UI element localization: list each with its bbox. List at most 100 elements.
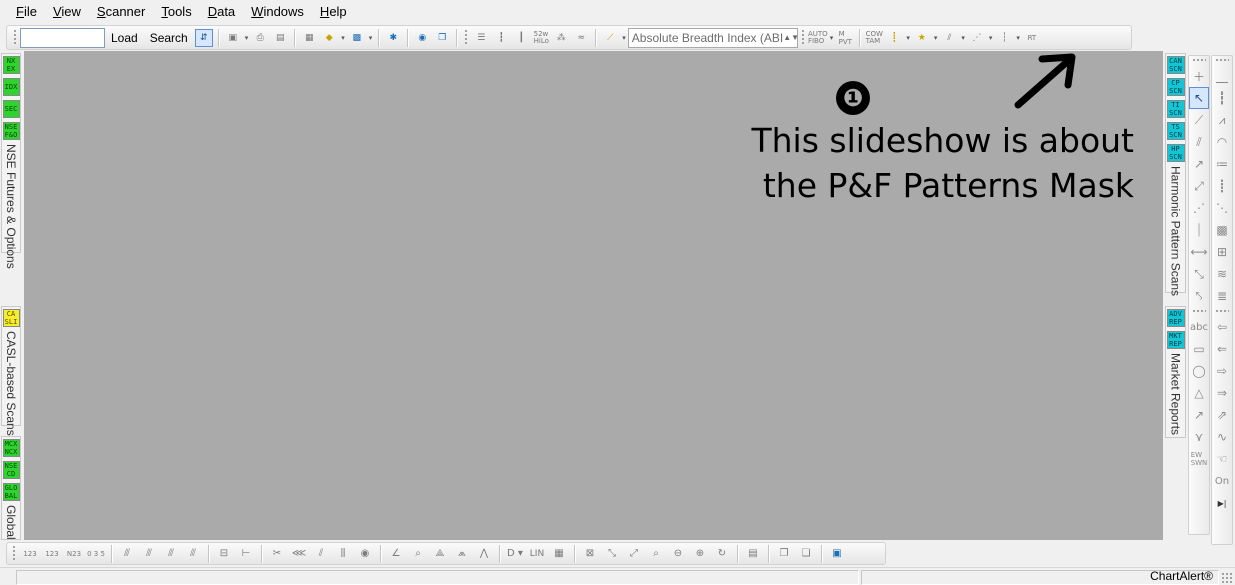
nse-cd-tab[interactable]: NSE CD (2, 461, 20, 479)
scroll-right-icon[interactable]: ▶| (1212, 492, 1232, 514)
toolbar-grip[interactable] (13, 29, 17, 46)
bars-icon[interactable]: ┇ (492, 29, 510, 47)
zig-zag-icon[interactable]: ⇵ (194, 28, 213, 47)
hilo-icon[interactable]: 52w HiLo (532, 29, 550, 47)
dw-icon[interactable]: ▦ (300, 29, 318, 47)
fib-fan-icon[interactable]: ⩘ (1212, 109, 1232, 131)
menu-data[interactable]: Data (200, 0, 243, 24)
tas-star-icon[interactable]: ★ (913, 29, 931, 47)
chart-area[interactable]: ❶ This slideshow is about the P&F Patter… (24, 51, 1163, 540)
fit-icon[interactable]: ⊠ (581, 545, 599, 563)
bar-tool-2-icon[interactable]: ⫻ (140, 545, 158, 563)
expand-icon[interactable]: ⤡ (603, 545, 621, 563)
nse-fo-tab[interactable]: NSE F&O (2, 122, 20, 140)
ew-swn-tool[interactable]: EW SWN (1189, 448, 1209, 470)
network-icon[interactable]: ✱ (384, 29, 402, 47)
volume-icon[interactable]: ┆ (995, 29, 1013, 47)
ellipse-tool-icon[interactable]: ◯ (1189, 360, 1209, 382)
nse-fo-label[interactable]: NSE Futures & Options (4, 144, 18, 269)
fib-ext-icon[interactable]: ≔ (1212, 153, 1232, 175)
channel-tool-icon[interactable]: ⫽ (1189, 131, 1209, 153)
fib-time-icon[interactable]: ┋ (1212, 175, 1232, 197)
print-preview-icon[interactable]: ▤ (271, 29, 289, 47)
triangle-tool-icon[interactable]: △ (1189, 382, 1209, 404)
save-icon[interactable]: ▣ (224, 29, 242, 47)
crosshair-tool-icon[interactable]: ＋ (1189, 65, 1209, 87)
wave-n23-icon[interactable]: N23 (65, 545, 83, 563)
gann-fan-icon[interactable]: ⋱ (1212, 197, 1232, 219)
indicator-select[interactable]: Absolute Breadth Index (ABI ▲▼ (627, 27, 798, 48)
casl-tab[interactable]: CA SLI (2, 309, 20, 327)
shrink-icon[interactable]: ⤢ (625, 545, 643, 563)
arrow-right2-icon[interactable]: ⇒ (1212, 382, 1232, 404)
menu-help[interactable]: Help (312, 0, 355, 24)
sec-tab[interactable]: SEC (2, 100, 20, 118)
ts-scn-tab[interactable]: TS SCN (1166, 122, 1185, 140)
list-icon[interactable]: ☰ (472, 29, 490, 47)
ti-scn-tab[interactable]: TI SCN (1166, 100, 1185, 118)
bar-tool-1-icon[interactable]: ⫻ (118, 545, 136, 563)
arrow-tool-icon[interactable]: ↗ (1189, 404, 1209, 426)
global-label[interactable]: Global Fu (4, 505, 18, 539)
slope-tool-icon[interactable]: ⫽ (312, 545, 330, 563)
wave-123-icon[interactable]: 123 (21, 545, 39, 563)
trendline-tool-icon[interactable]: ⟋ (1189, 109, 1209, 131)
globe-icon[interactable]: ◉ (413, 29, 431, 47)
pf-chart-icon[interactable]: ⁂ (552, 29, 570, 47)
hs-pattern-icon[interactable]: ⩕ (453, 545, 471, 563)
mkt-rep-tab[interactable]: MKT REP (1166, 331, 1185, 349)
menu-tools[interactable]: Tools (153, 0, 199, 24)
pitch-tool-icon[interactable]: ⋎ (1189, 426, 1209, 448)
swing-tool-icon[interactable]: ⋰ (1189, 197, 1209, 219)
notes-icon[interactable]: ▤ (744, 545, 762, 563)
can-scn-tab[interactable]: CAN SCN (1166, 56, 1185, 74)
ma-icon[interactable]: ≈ (572, 29, 590, 47)
bar-tool-4-icon[interactable]: ⫻ (184, 545, 202, 563)
pointer-tool-icon[interactable]: ↖ (1189, 87, 1209, 109)
idx-tab[interactable]: IDX (2, 78, 20, 96)
adv-rep-tab[interactable]: ADV REP (1166, 309, 1185, 327)
arrow-left-icon[interactable]: ⇦ (1212, 316, 1232, 338)
export-icon[interactable]: ▣ (828, 545, 846, 563)
candles-color-icon[interactable]: ┋ (885, 29, 903, 47)
arrow-up-right-icon[interactable]: ⇗ (1212, 404, 1232, 426)
rt-icon[interactable]: RT (1023, 29, 1041, 47)
pf-circle-icon[interactable]: ◉ (356, 545, 374, 563)
diamond-icon[interactable]: ◆ (320, 29, 338, 47)
copy-icon[interactable]: ❐ (775, 545, 793, 563)
horizontal-line-tool-icon[interactable]: ⟷ (1189, 241, 1209, 263)
symbol-search-input[interactable] (20, 27, 105, 48)
menu-scanner[interactable]: Scanner (89, 0, 153, 24)
vertical-line-tool-icon[interactable]: ⏐ (1189, 219, 1209, 241)
zoom-out-icon[interactable]: ⊖ (669, 545, 687, 563)
cow-tam-icon[interactable]: COW TAM (865, 29, 883, 47)
market-reports-label[interactable]: Market Reports (1169, 353, 1183, 435)
abc-pattern-icon[interactable]: ⋀ (475, 545, 493, 563)
mx-icon[interactable]: ▩ (348, 29, 366, 47)
fib-arc-icon[interactable]: ◠ (1212, 131, 1232, 153)
rectangle-tool-icon[interactable]: ▭ (1189, 338, 1209, 360)
m-pvt-icon[interactable]: M PVT (836, 29, 854, 47)
pf-tool-icon[interactable]: ⤣ (1189, 285, 1209, 307)
print-icon[interactable]: ⎙ (251, 29, 269, 47)
candles-icon[interactable]: ┃ (512, 29, 530, 47)
mcx-ncx-tab[interactable]: MCX NCX (2, 439, 20, 457)
fan-icon[interactable]: ⋰ (968, 29, 986, 47)
wave-035-icon[interactable]: 0 3 5 (87, 545, 105, 563)
grid-icon[interactable]: ▦ (550, 545, 568, 563)
menu-windows[interactable]: Windows (243, 0, 312, 24)
fib-retrace-icon[interactable]: ┇ (1212, 87, 1232, 109)
arrow-left2-icon[interactable]: ⇐ (1212, 338, 1232, 360)
menu-view[interactable]: View (45, 0, 89, 24)
gann-box-icon[interactable]: ⊞ (1212, 241, 1232, 263)
hp-scn-tab[interactable]: HP SCN (1166, 144, 1185, 162)
d-dropdown-icon[interactable]: D ▾ (506, 545, 524, 563)
wave-123b-icon[interactable]: 123 (43, 545, 61, 563)
resize-grip[interactable] (1221, 572, 1233, 584)
nx-ex-tab[interactable]: NX EX (2, 56, 20, 74)
auto-fibo-icon[interactable]: AUTO FIBO (808, 29, 828, 47)
load-button[interactable]: Load (105, 27, 144, 49)
speed-lines-icon[interactable]: ≋ (1212, 263, 1232, 285)
pattern-tool-icon[interactable]: ⫼ (334, 545, 352, 563)
magnifier-tool-icon[interactable]: ⌕ (409, 545, 427, 563)
